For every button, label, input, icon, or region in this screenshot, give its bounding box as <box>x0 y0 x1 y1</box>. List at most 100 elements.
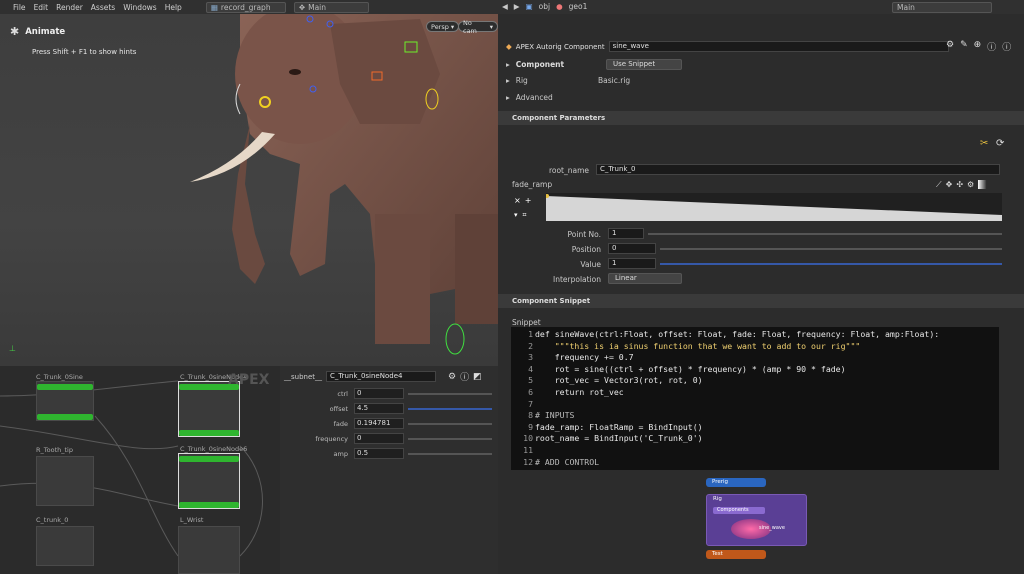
line-number: 2 <box>528 340 533 351</box>
menu-file[interactable]: File <box>13 3 26 12</box>
code-line[interactable]: frequency += 0.7 <box>535 352 634 362</box>
network-node[interactable] <box>36 381 94 421</box>
pen-icon[interactable]: ⟋ <box>936 180 942 190</box>
menu-help[interactable]: Help <box>165 3 182 12</box>
component-label: Component <box>515 60 565 69</box>
brush-icon[interactable]: ✎ <box>960 40 968 53</box>
move-icon[interactable]: ✥ <box>946 180 953 190</box>
param-field[interactable]: 0.5 <box>354 448 404 459</box>
refresh-icon[interactable]: ⟳ <box>996 138 1004 149</box>
right-desktop-selector[interactable]: Main <box>892 2 992 13</box>
code-line[interactable]: return rot_vec <box>535 387 624 397</box>
advanced-row[interactable]: ▸ Advanced <box>506 93 553 102</box>
menu-render[interactable]: Render <box>56 3 83 12</box>
network-node[interactable] <box>178 526 240 574</box>
position-slider[interactable] <box>660 248 1002 250</box>
component-dropdown[interactable]: Use Snippet <box>606 59 682 70</box>
node-label: R_Tooth_tip <box>36 446 73 454</box>
back-arrow-icon[interactable]: ◀ <box>502 2 508 11</box>
help-icon[interactable]: ⓘ <box>987 40 996 53</box>
code-line[interactable]: root_name = BindInput('C_Trunk_0') <box>535 433 703 443</box>
test-node[interactable]: Test <box>706 550 766 559</box>
param-slider[interactable] <box>408 393 492 395</box>
line-number: 12 <box>523 456 533 467</box>
menu-assets[interactable]: Assets <box>91 3 115 12</box>
node-type: APEX Autorig Component <box>515 42 605 51</box>
network-selector[interactable]: ▦ record_graph <box>205 1 286 13</box>
position-field[interactable]: 0 <box>608 243 656 254</box>
camera-menu[interactable]: No cam ▾ <box>458 19 498 35</box>
path-obj[interactable]: obj <box>539 2 550 11</box>
help-icon[interactable]: ⓘ <box>460 370 469 383</box>
code-line[interactable]: def sineWave(ctrl:Float, offset: Float, … <box>535 329 939 339</box>
expand-arrow-icon[interactable]: ▸ <box>506 60 510 69</box>
line-number: 7 <box>528 398 533 409</box>
network-view[interactable]: C_Trunk_0Sine C_Trunk_0sineNode4 APEX C_… <box>0 366 280 574</box>
gear-icon[interactable]: ⚙ <box>448 372 456 382</box>
gear-icon[interactable]: ⚙ <box>967 180 974 190</box>
param-slider[interactable] <box>408 408 492 410</box>
info-icon[interactable]: ⓘ <box>1002 40 1011 53</box>
param-field[interactable]: 4.5 <box>354 403 404 414</box>
rig-node-label: Rig <box>713 496 722 502</box>
handle-icon[interactable]: ✣ <box>956 180 963 190</box>
code-line[interactable]: fade_ramp: FloatRamp = BindInput() <box>535 422 703 432</box>
code-line[interactable]: # ADD CONTROL <box>535 457 599 467</box>
code-line[interactable]: """this is ia sinus function that we wan… <box>535 341 861 351</box>
code-line[interactable]: rot = sine((ctrl + offset) * frequency) … <box>535 364 846 374</box>
menu-windows[interactable]: Windows <box>123 3 156 12</box>
gradient-icon[interactable] <box>978 180 988 189</box>
prerig-node[interactable]: Prerig <box>706 478 766 487</box>
snippet-code-editor[interactable]: 1 def sineWave(ctrl:Float, offset: Float,… <box>511 327 999 470</box>
param-slider[interactable] <box>408 453 492 455</box>
frame-icon[interactable]: ⌗ <box>523 211 527 220</box>
value-slider[interactable] <box>660 263 1002 265</box>
mode-title: Animate <box>25 26 66 37</box>
code-line[interactable]: # INPUTS <box>535 410 574 420</box>
component-parameters-header[interactable]: Component Parameters <box>498 111 1024 125</box>
scene-viewport[interactable]: ✱ Animate Press Shift + F1 to show hints… <box>0 14 498 366</box>
node-name-field[interactable]: sine_wave <box>608 41 949 52</box>
network-node-selected[interactable] <box>178 381 240 437</box>
sine-wave-node-label: sine_wave <box>759 525 785 531</box>
broom-icon[interactable]: ✂ <box>980 138 988 149</box>
expand-arrow-icon[interactable]: ▸ <box>506 76 510 85</box>
param-slider[interactable] <box>408 423 492 425</box>
gear-icon[interactable]: ⚙ <box>946 40 954 53</box>
subnet-name-field[interactable]: C_Trunk_0sineNode4 <box>326 371 437 382</box>
info-icon[interactable]: ◩ <box>473 372 482 382</box>
param-field[interactable]: 0 <box>354 433 404 444</box>
point-no-slider[interactable] <box>648 233 1002 235</box>
node-label: C_Trunk_0sineNode6 <box>180 445 248 453</box>
path-geo[interactable]: geo1 <box>569 2 588 11</box>
network-node-selected[interactable] <box>178 453 240 509</box>
rig-node[interactable]: Rig Components sine_wave <box>706 494 807 546</box>
add-point-icon[interactable]: + <box>525 196 532 205</box>
interpolation-dropdown[interactable]: Linear <box>608 273 682 284</box>
code-line[interactable]: rot_vec = Vector3(rot, rot, 0) <box>535 375 703 385</box>
param-label: offset <box>329 405 348 413</box>
fade-ramp-editor[interactable] <box>545 193 1002 221</box>
line-number: 6 <box>528 387 533 397</box>
search-icon[interactable]: ⊕ <box>974 40 982 53</box>
apex-watermark: APEX <box>228 372 270 388</box>
desktop-selector[interactable]: ✥ Main <box>293 1 369 13</box>
point-no-field[interactable]: 1 <box>608 228 644 239</box>
remove-point-icon[interactable]: × <box>514 196 521 205</box>
network-node[interactable] <box>36 526 94 566</box>
elephant-render <box>190 14 498 355</box>
component-snippet-header[interactable]: Component Snippet <box>498 294 1024 308</box>
param-slider[interactable] <box>408 438 492 440</box>
forward-arrow-icon[interactable]: ▶ <box>514 2 520 11</box>
menu-edit[interactable]: Edit <box>34 3 49 12</box>
expand-arrow-icon[interactable]: ▸ <box>506 93 510 102</box>
value-field[interactable]: 1 <box>608 258 656 269</box>
network-node[interactable] <box>36 456 94 506</box>
root-name-field[interactable]: C_Trunk_0 <box>596 164 1000 175</box>
param-field[interactable]: 0.194781 <box>354 418 404 429</box>
param-label: frequency <box>315 435 348 443</box>
axis-icon: ⊥ <box>9 344 16 353</box>
persp-menu[interactable]: Persp ▾ <box>426 21 460 32</box>
param-field[interactable]: 0 <box>354 388 404 399</box>
chevron-down-icon[interactable]: ▾ <box>514 211 518 220</box>
